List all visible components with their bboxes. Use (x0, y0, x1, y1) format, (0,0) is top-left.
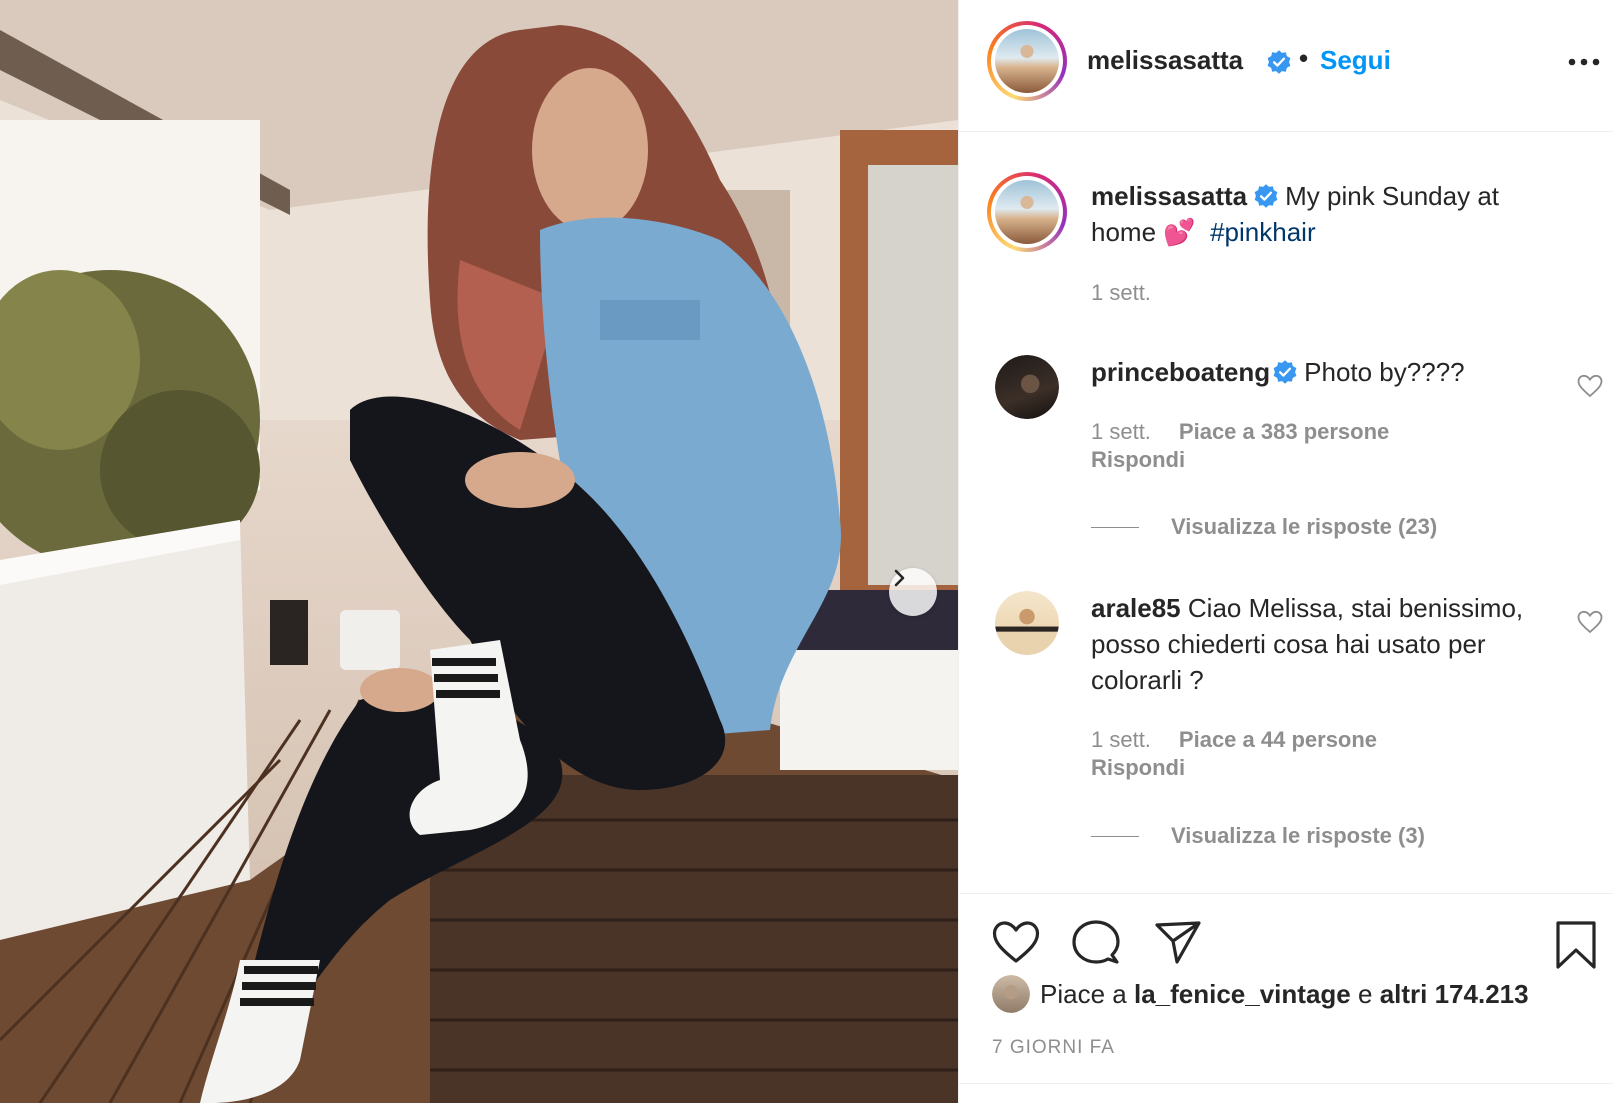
view-replies-button[interactable]: Visualizza le risposte (3) (1091, 823, 1425, 849)
comment-text: arale85 Ciao Melissa, stai benissimo, po… (1091, 590, 1561, 698)
view-replies-label: Visualizza le risposte (23) (1171, 514, 1438, 539)
comment-avatar[interactable] (995, 355, 1059, 419)
verified-badge-icon (1267, 50, 1291, 74)
comment-timestamp[interactable]: 1 sett. (1091, 727, 1151, 752)
chevron-right-icon (894, 569, 905, 587)
author-username[interactable]: melissasatta (1087, 45, 1243, 76)
view-replies-button[interactable]: Visualizza le risposte (23) (1091, 514, 1437, 540)
replies-divider (1091, 835, 1139, 837)
heart-icon[interactable] (992, 920, 1040, 964)
comment-like-heart-icon[interactable] (1577, 374, 1603, 398)
liker-avatar[interactable] (992, 975, 1030, 1013)
comment-icon[interactable] (1072, 920, 1120, 966)
caption-hashtag-link[interactable]: #pinkhair (1210, 217, 1316, 247)
comment-username[interactable]: princeboateng (1091, 357, 1270, 387)
caption-author-avatar[interactable] (987, 172, 1067, 252)
comment-like-heart-icon[interactable] (1577, 610, 1603, 634)
liker-username[interactable]: la_fenice_vintage (1134, 979, 1351, 1010)
view-replies-label: Visualizza le risposte (3) (1171, 823, 1425, 848)
post-caption: melissasatta My pink Sunday at home 💕 #p… (1091, 178, 1561, 250)
likes-others-count[interactable]: altri 174.213 (1380, 979, 1529, 1010)
caption-username[interactable]: melissasatta (1091, 181, 1247, 211)
carousel-next-button[interactable] (889, 568, 937, 616)
post-photo-illustration (0, 0, 958, 1103)
post-photo[interactable] (0, 0, 958, 1103)
comment-meta: 1 sett. Piace a 383 persone Rispondi (1091, 418, 1389, 474)
post-date[interactable]: 7 GIORNI FA (992, 1037, 1115, 1059)
likes-summary: Piace a la_fenice_vintage e altri 174.21… (992, 975, 1529, 1013)
follow-button[interactable]: Segui (1320, 45, 1391, 76)
comment-text: princeboateng Photo by???? (1091, 354, 1561, 390)
divider (959, 1083, 1613, 1084)
likes-prefix: Piace a (1040, 978, 1127, 1009)
comment-username[interactable]: arale85 (1091, 593, 1181, 623)
bookmark-icon[interactable] (1554, 920, 1598, 970)
share-icon[interactable] (1154, 920, 1202, 964)
verified-badge-icon (1273, 360, 1297, 384)
verified-badge-icon (1254, 184, 1278, 208)
comment-timestamp[interactable]: 1 sett. (1091, 419, 1151, 444)
comment-avatar[interactable] (995, 591, 1059, 655)
likes-connector: e (1357, 978, 1373, 1009)
comment-meta: 1 sett. Piace a 44 persone Rispondi (1091, 726, 1377, 782)
reply-button[interactable]: Rispondi (1091, 755, 1185, 780)
header-separator: • (1299, 43, 1309, 73)
comment-body: Photo by???? (1304, 357, 1465, 387)
caption-timestamp[interactable]: 1 sett. (1091, 280, 1151, 306)
comment-likes-count[interactable]: Piace a 44 persone (1179, 727, 1377, 752)
post-header: melissasatta • Segui (959, 0, 1613, 132)
more-options-icon[interactable] (1564, 50, 1604, 74)
reply-button[interactable]: Rispondi (1091, 447, 1185, 472)
caption-emoji: 💕 (1163, 217, 1196, 247)
replies-divider (1091, 526, 1139, 528)
author-avatar[interactable] (987, 21, 1067, 101)
comment-likes-count[interactable]: Piace a 383 persone (1179, 419, 1389, 444)
post-side-panel: melissasatta • Segui melissasatta My pin… (958, 0, 1613, 1103)
